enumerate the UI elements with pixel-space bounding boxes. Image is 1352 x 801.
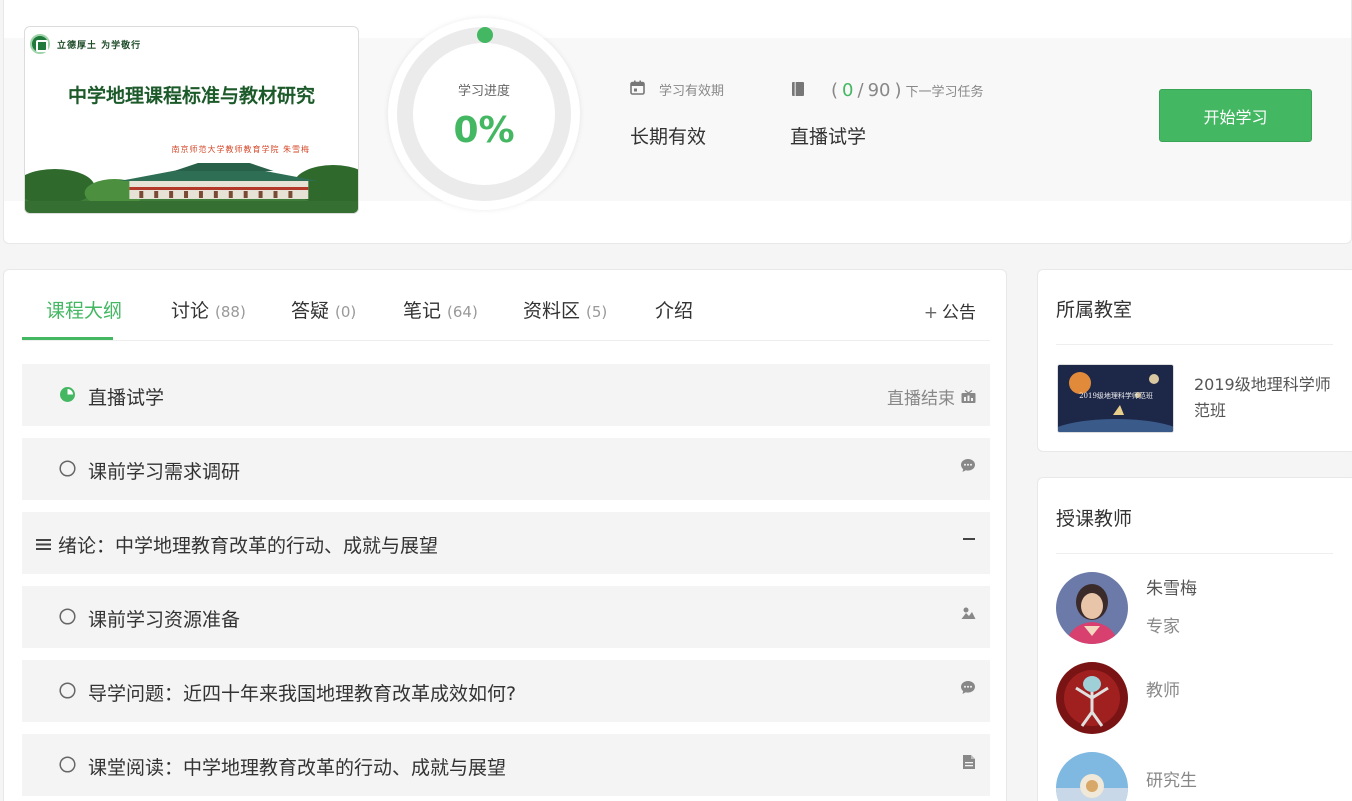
divider <box>1056 344 1333 345</box>
cover-author: 南京师范大学教师教育学院 朱雪梅 <box>171 145 310 154</box>
course-tabs: 课程大纲 讨论 (88) 答疑 (0) 笔记 (64) 资料区 (5) 介绍 + 公告 <box>22 270 990 341</box>
tab-intro-label: 介绍 <box>655 300 694 322</box>
course-header: 立德厚土 为学敬行 中学地理课程标准与教材研究 南京师范大学教师教育学院 朱雪梅… <box>3 0 1352 244</box>
teacher-role: 研究生 <box>1146 771 1197 791</box>
tab-outline[interactable]: 课程大纲 <box>46 296 122 323</box>
task-done-count: 0 <box>842 80 854 101</box>
outline-row[interactable]: 直播试学 直播结束 <box>22 364 990 426</box>
empty-circle-icon <box>59 682 76 699</box>
cover-motto: 立德厚土 为学敬行 <box>57 41 142 51</box>
course-main-panel: 课程大纲 讨论 (88) 答疑 (0) 笔记 (64) 资料区 (5) 介绍 + 公告 直… <box>3 269 1007 801</box>
task-total-count: 90 <box>867 80 891 101</box>
validity-label: 学习有效期 <box>659 84 725 99</box>
teacher-name[interactable]: 朱雪梅 <box>1146 574 1197 599</box>
announcement-button[interactable]: + 公告 <box>924 298 976 323</box>
teacher-photo <box>1056 662 1128 734</box>
start-learning-button[interactable]: 开始学习 <box>1159 89 1312 142</box>
collapse-minus-icon[interactable] <box>962 532 976 546</box>
plus-icon: + <box>923 303 938 323</box>
school-logo-icon <box>30 34 50 54</box>
image-icon <box>961 607 976 619</box>
validity-meta: 学习有效期 <box>630 80 724 99</box>
tab-notes-label: 笔记 <box>403 300 442 322</box>
chat-bubble-icon <box>961 459 975 472</box>
campus-building-illustration <box>25 163 358 213</box>
active-tab-underline <box>22 337 113 340</box>
progress-label: 学习进度 <box>457 84 510 99</box>
progress-ring: 学习进度 0% <box>388 18 580 210</box>
tab-notes-count: (64) <box>447 303 478 321</box>
validity-value: 长期有效 <box>630 126 707 148</box>
outline-item-title: 课前学习需求调研 <box>88 461 241 483</box>
tab-materials-count: (5) <box>586 303 608 321</box>
task-meta: ( 0 / 90 ) 下一学习任务 <box>791 80 984 101</box>
outline-item-title: 直播试学 <box>88 387 165 409</box>
next-task-value[interactable]: 直播试学 <box>790 122 866 149</box>
tab-discussion-label: 讨论 <box>171 300 210 322</box>
classroom-heading: 所属教室 <box>1056 299 1133 321</box>
classroom-cover-image: 2019级地理科学师范班 <box>1058 365 1173 432</box>
half-circle-icon <box>60 387 75 402</box>
tab-discussion-count: (88) <box>215 303 246 321</box>
classroom-thumb-text: 2019级地理科学师范班 <box>1079 391 1153 400</box>
outline-chapter-row[interactable]: 绪论：中学地理教育改革的行动、成就与展望 <box>22 512 990 574</box>
chat-bubble-icon <box>961 681 975 694</box>
tab-outline-label: 课程大纲 <box>46 300 123 322</box>
list-icon <box>36 539 51 550</box>
live-ended-status: 直播结束 <box>887 389 955 409</box>
tab-qa-count: (0) <box>335 303 357 321</box>
book-icon <box>791 81 805 101</box>
outline-row[interactable]: 导学问题：近四十年来我国地理教育改革成效如何? <box>22 660 990 722</box>
outline-row[interactable]: 课堂阅读：中学地理教育改革的行动、成就与展望 <box>22 734 990 796</box>
teacher-role: 专家 <box>1146 617 1180 637</box>
tab-discussion[interactable]: 讨论 (88) <box>171 296 246 323</box>
outline-item-title: 课堂阅读：中学地理教育改革的行动、成就与展望 <box>88 757 507 779</box>
empty-circle-icon <box>59 460 76 477</box>
task-open-paren: ( <box>831 80 839 101</box>
chapter-title: 绪论：中学地理教育改革的行动、成就与展望 <box>58 535 439 557</box>
task-slash: / <box>857 80 864 101</box>
tab-qa-label: 答疑 <box>291 300 330 322</box>
course-cover[interactable]: 立德厚土 为学敬行 中学地理课程标准与教材研究 南京师范大学教师教育学院 朱雪梅 <box>24 26 359 214</box>
tab-materials[interactable]: 资料区 (5) <box>523 296 607 323</box>
cover-title: 中学地理课程标准与教材研究 <box>67 85 315 107</box>
classroom-name-link[interactable]: 2019级地理科学师范班 <box>1194 372 1344 424</box>
document-icon <box>963 755 975 769</box>
progress-indicator <box>477 27 493 43</box>
tv-icon <box>961 389 976 403</box>
task-label: 下一学习任务 <box>905 85 984 100</box>
teachers-card: 授课教师 朱雪梅 专家 教师 研究生 <box>1037 477 1352 801</box>
classroom-card: 所属教室 2019级地理科学师范班 2019级地理科学师范班 <box>1037 269 1352 452</box>
tab-materials-label: 资料区 <box>523 300 581 322</box>
announcement-label: 公告 <box>942 303 976 323</box>
divider <box>1056 553 1333 554</box>
teacher-photo <box>1056 572 1128 644</box>
tab-notes[interactable]: 笔记 (64) <box>403 296 478 323</box>
empty-circle-icon <box>59 608 76 625</box>
tab-intro[interactable]: 介绍 <box>655 296 693 323</box>
task-close-paren: ) <box>894 80 902 101</box>
teachers-heading: 授课教师 <box>1056 508 1133 530</box>
avatar[interactable] <box>1056 752 1128 801</box>
avatar[interactable] <box>1056 662 1128 734</box>
teacher-role: 教师 <box>1146 681 1180 701</box>
outline-row[interactable]: 课前学习资源准备 <box>22 586 990 648</box>
avatar[interactable] <box>1056 572 1128 644</box>
classroom-thumbnail[interactable]: 2019级地理科学师范班 <box>1057 364 1174 433</box>
outline-item-title: 导学问题：近四十年来我国地理教育改革成效如何? <box>88 683 517 705</box>
teacher-photo <box>1056 752 1128 801</box>
calendar-icon <box>630 80 645 99</box>
outline-row[interactable]: 课前学习需求调研 <box>22 438 990 500</box>
tab-qa[interactable]: 答疑 (0) <box>291 296 356 323</box>
outline-item-title: 课前学习资源准备 <box>88 609 241 631</box>
progress-value: 0% <box>453 110 515 151</box>
empty-circle-icon <box>59 756 76 773</box>
